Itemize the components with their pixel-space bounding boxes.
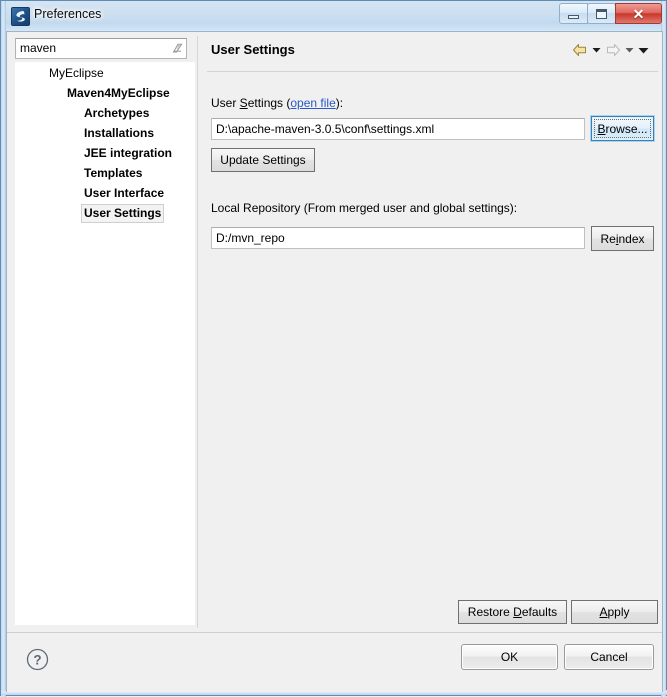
reindex-button[interactable]: Reindex xyxy=(591,226,654,251)
ok-label: OK xyxy=(500,650,519,664)
preference-tree[interactable]: MyEclipse Maven4MyEclipse Archetypes Ins… xyxy=(15,62,195,625)
local-repository-label: Local Repository (From merged user and g… xyxy=(211,201,518,215)
user-settings-path-input[interactable] xyxy=(211,118,585,140)
tree-item[interactable]: MyEclipse xyxy=(16,63,194,83)
tree-item-label: JEE integration xyxy=(84,146,173,160)
preferences-window: Preferences ✕ maven MyEclipse Maven4MyEc… xyxy=(0,0,667,697)
minimize-button[interactable] xyxy=(559,3,588,24)
svg-text:?: ? xyxy=(33,653,41,668)
back-arrow-icon[interactable] xyxy=(571,41,589,59)
tree-item-label: User Settings xyxy=(81,204,165,223)
maximize-icon xyxy=(596,8,607,19)
restore-mnemonic: D xyxy=(513,605,522,619)
restore-rest: efaults xyxy=(521,605,558,619)
panel-divider xyxy=(197,36,198,628)
user-settings-label: User Settings (open file): xyxy=(211,96,343,110)
window-controls: ✕ xyxy=(559,3,662,25)
forward-dropdown-icon xyxy=(623,41,636,59)
tree-item[interactable]: Installations xyxy=(16,123,194,143)
apply-rest: pply xyxy=(607,605,630,619)
tree-item-label: User Interface xyxy=(84,186,165,200)
tree-item-user-settings[interactable]: User Settings xyxy=(16,203,194,223)
help-question-icon[interactable]: ? xyxy=(25,647,50,672)
tree-item-label: Maven4MyEclipse xyxy=(67,86,170,100)
apply-mnemonic: A xyxy=(599,605,608,619)
user-settings-page: User Settings User Settings (open file):… xyxy=(203,36,662,628)
dialog-footer: ? OK Cancel xyxy=(7,633,662,691)
open-file-link[interactable]: open file xyxy=(290,96,335,110)
tree-item-label: MyEclipse xyxy=(49,66,104,80)
page-header: User Settings xyxy=(203,36,658,72)
reindex-rest: ndex xyxy=(618,231,645,246)
close-button[interactable]: ✕ xyxy=(615,3,662,24)
preferences-content: MyEclipse Maven4MyEclipse Archetypes Ins… xyxy=(7,32,662,632)
tree-item[interactable]: Archetypes xyxy=(16,103,194,123)
user-settings-label-mnemonic: S xyxy=(239,96,248,110)
tree-item-label: Installations xyxy=(84,126,155,140)
view-menu-dropdown-icon[interactable] xyxy=(637,41,650,59)
update-settings-button[interactable]: Update Settings xyxy=(211,148,315,172)
tree-item-label: Templates xyxy=(84,166,143,180)
restore-prefix: Restore xyxy=(467,605,514,619)
user-settings-label-suffix: ): xyxy=(335,96,344,110)
tree-item[interactable]: Maven4MyEclipse xyxy=(16,83,194,103)
browse-mnemonic: B xyxy=(597,121,606,136)
dialog-body: MyEclipse Maven4MyEclipse Archetypes Ins… xyxy=(6,31,663,692)
restore-defaults-button[interactable]: Restore Defaults xyxy=(458,600,567,624)
tree-item[interactable]: Templates xyxy=(16,163,194,183)
page-navigation xyxy=(571,41,650,59)
tree-item[interactable]: User Interface xyxy=(16,183,194,203)
browse-label: rowse... xyxy=(605,121,648,136)
forward-arrow-icon xyxy=(604,41,622,59)
page-title: User Settings xyxy=(211,42,295,57)
user-settings-label-rest: ettings ( xyxy=(247,96,291,110)
user-settings-label-prefix: User xyxy=(211,96,240,110)
maximize-button[interactable] xyxy=(587,3,616,24)
myeclipse-logo-icon xyxy=(11,7,30,26)
ok-button[interactable]: OK xyxy=(461,644,558,670)
cancel-label: Cancel xyxy=(590,650,628,664)
update-settings-label: Update Settings xyxy=(220,153,306,167)
tree-item-label: Archetypes xyxy=(84,106,150,120)
minimize-icon xyxy=(568,14,579,19)
clear-filter-icon[interactable] xyxy=(168,40,186,57)
apply-button[interactable]: Apply xyxy=(571,600,658,624)
page-header-separator xyxy=(207,71,658,72)
back-dropdown-icon[interactable] xyxy=(590,41,603,59)
window-title: Preferences xyxy=(34,7,102,21)
reindex-prefix: Re xyxy=(600,231,616,246)
tree-item[interactable]: JEE integration xyxy=(16,143,194,163)
search-input[interactable] xyxy=(16,40,168,57)
filter-box[interactable] xyxy=(15,38,187,59)
close-icon: ✕ xyxy=(632,5,645,22)
browse-button[interactable]: Browse... xyxy=(591,116,654,141)
cancel-button[interactable]: Cancel xyxy=(564,644,654,670)
title-bar[interactable]: Preferences ✕ xyxy=(1,1,667,31)
local-repository-path-input[interactable] xyxy=(211,227,585,249)
